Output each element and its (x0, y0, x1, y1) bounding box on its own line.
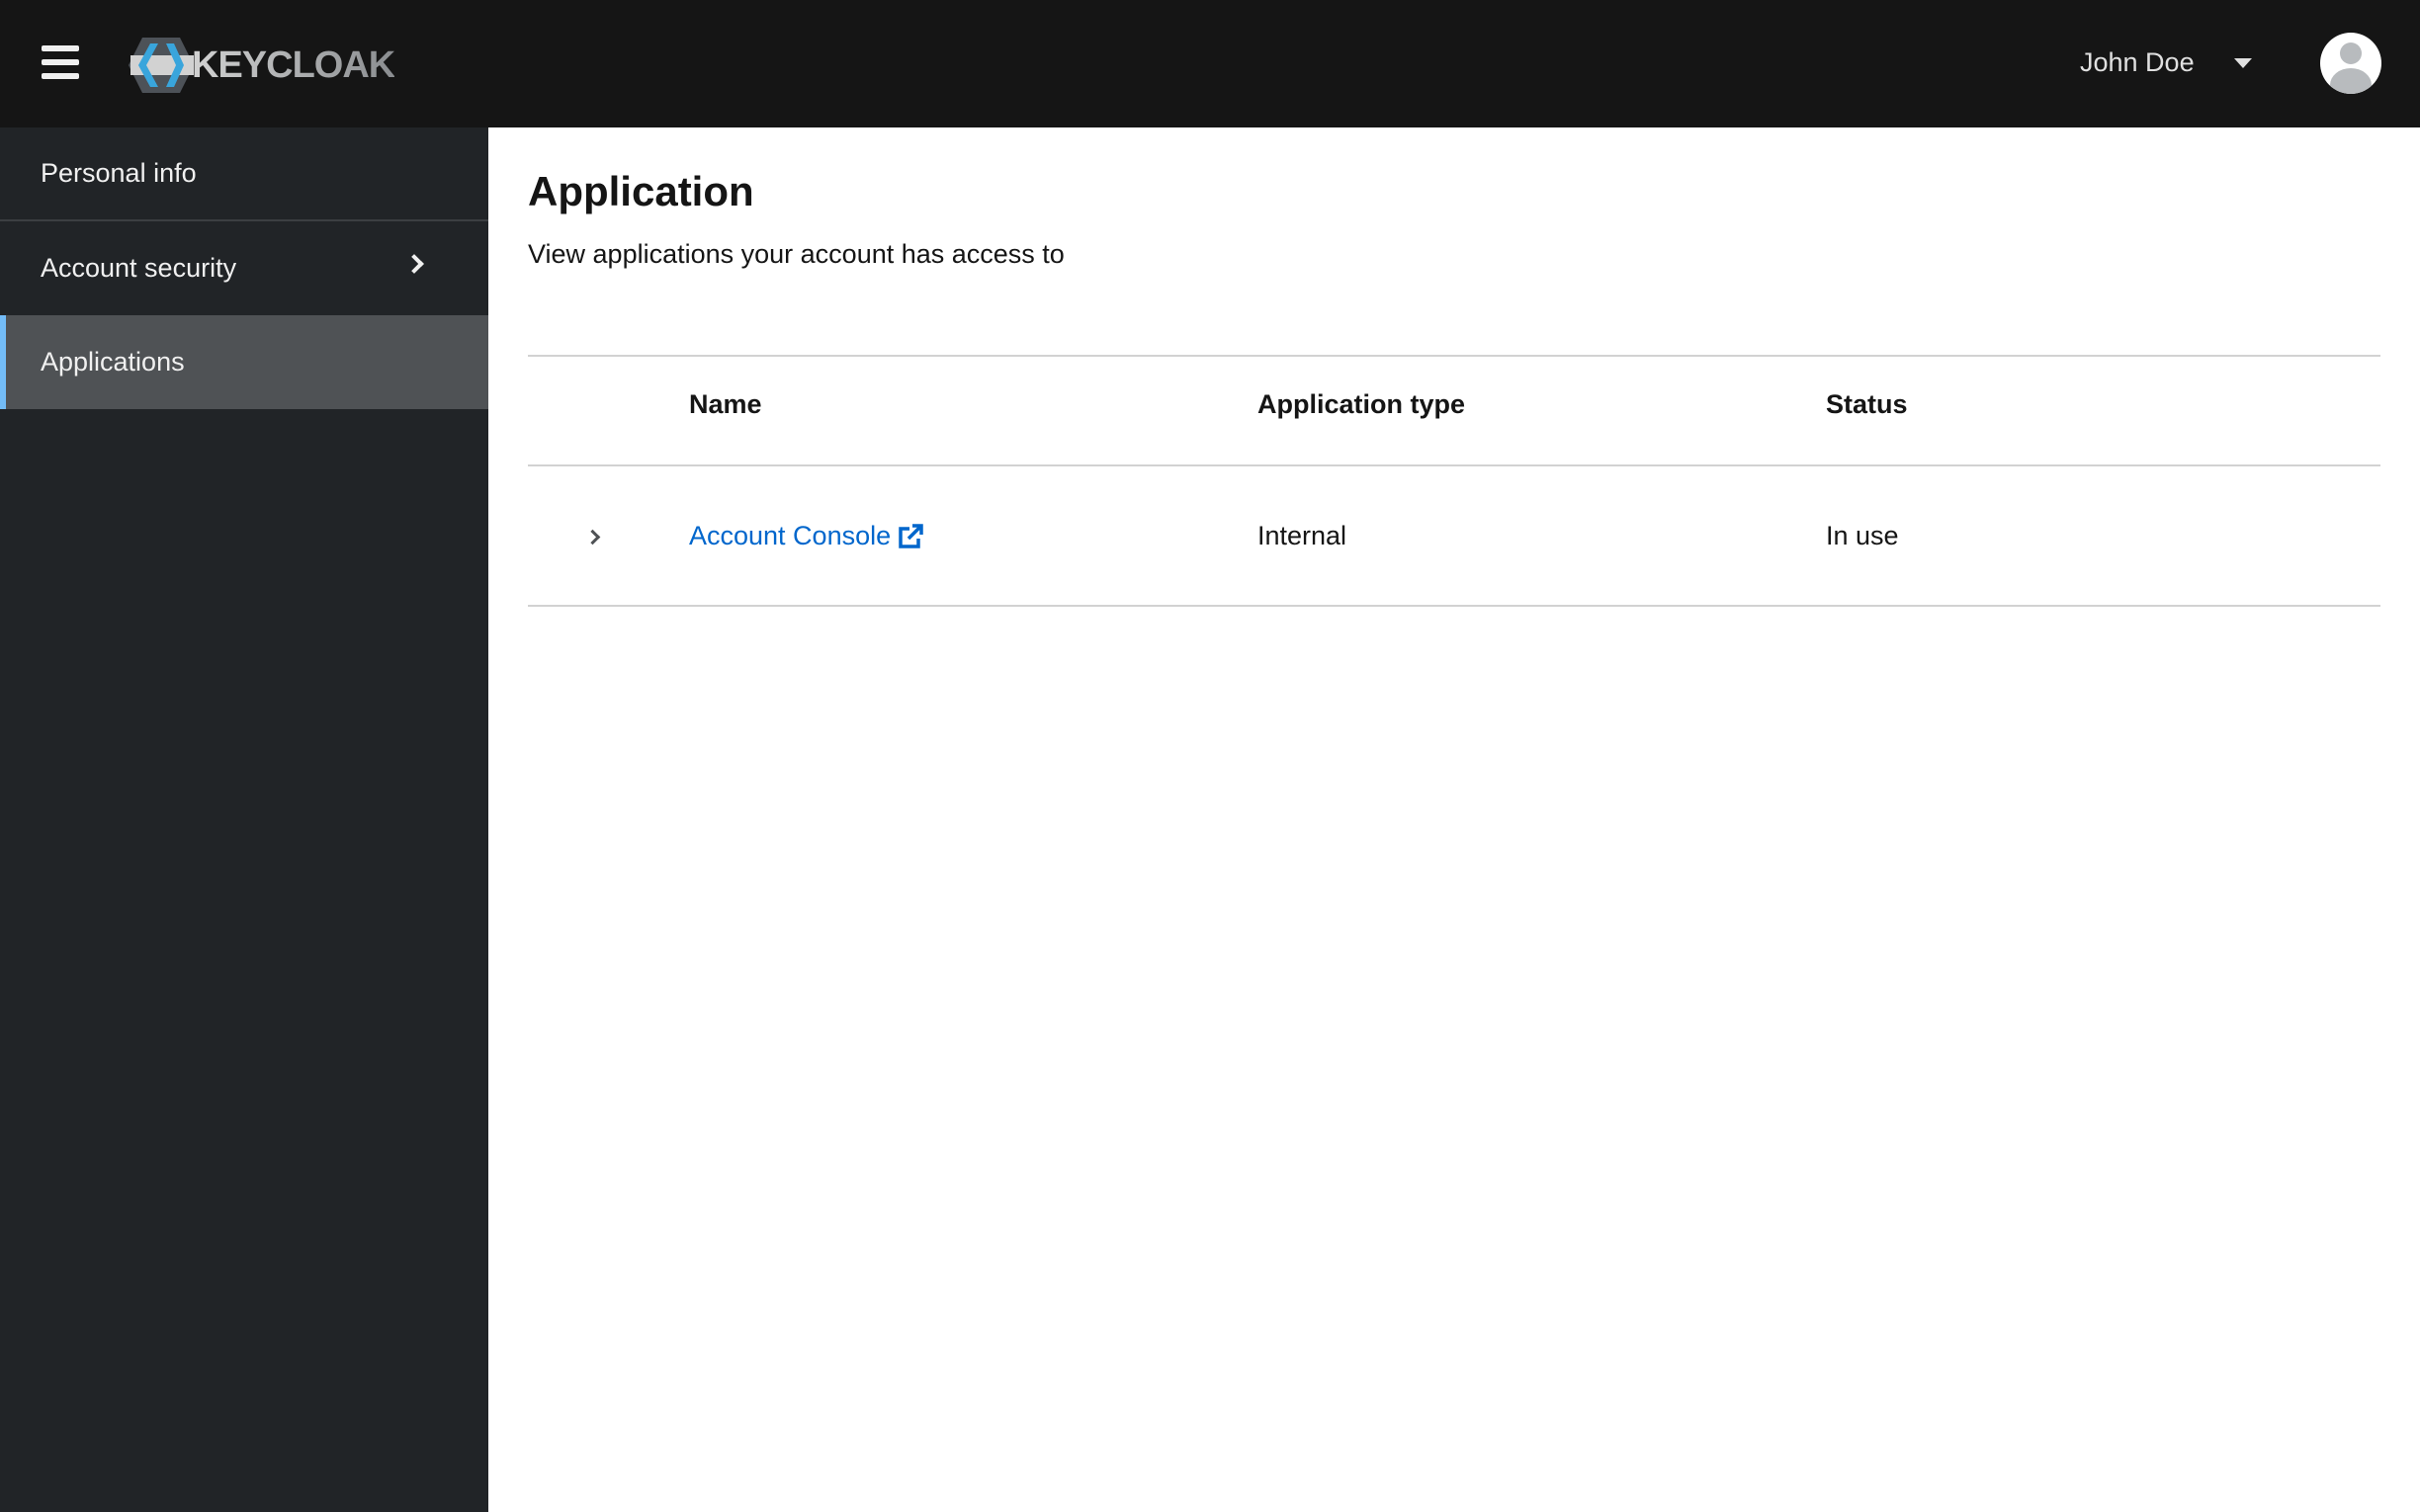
logo-text: KEYCLOAK (192, 43, 395, 86)
sidebar-item-applications[interactable]: Applications (0, 315, 488, 409)
application-status: In use (1826, 521, 1899, 550)
table-row: Account Console Internal In use (528, 464, 2380, 607)
sidebar-item-account-security[interactable]: Account security (0, 221, 488, 315)
page-subtitle: View applications your account has acces… (528, 239, 1065, 269)
application-type: Internal (1257, 521, 1347, 550)
chevron-right-icon (404, 254, 424, 274)
column-header-application-type[interactable]: Application type (1257, 389, 1465, 420)
hamburger-menu-icon[interactable] (42, 45, 79, 79)
sidebar-item-personal-info[interactable]: Personal info (0, 127, 488, 221)
avatar[interactable] (2320, 33, 2381, 94)
masthead: KEYCLOAK John Doe (0, 0, 2420, 127)
page-title: Application (528, 168, 754, 214)
caret-down-icon (2233, 57, 2252, 68)
column-header-status[interactable]: Status (1826, 389, 1908, 420)
user-name: John Doe (2080, 47, 2195, 77)
applications-table: Name Application type Status Account Con… (528, 355, 2380, 607)
sidebar: Personal info Account security Applicati… (0, 127, 488, 1512)
user-dropdown[interactable]: John Doe (2080, 47, 2252, 78)
chevron-right-icon (584, 529, 601, 546)
column-header-name[interactable]: Name (689, 389, 762, 420)
application-link[interactable]: Account Console (689, 521, 924, 551)
table-header-row: Name Application type Status (528, 355, 2380, 464)
sidebar-item-label: Applications (41, 347, 185, 377)
sidebar-item-label: Account security (41, 253, 237, 283)
expand-row-toggle[interactable] (584, 526, 609, 549)
application-name: Account Console (689, 521, 892, 550)
keycloak-logo-icon (129, 38, 194, 93)
external-link-icon (899, 523, 923, 548)
sidebar-item-label: Personal info (41, 158, 197, 188)
keycloak-logo[interactable]: KEYCLOAK (129, 38, 395, 93)
